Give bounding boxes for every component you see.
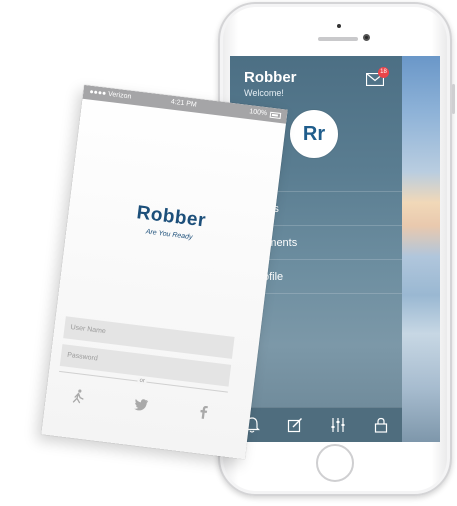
- password-placeholder: Password: [66, 351, 99, 363]
- drawer-subtitle: Welcome!: [244, 88, 284, 98]
- edit-icon[interactable]: [286, 416, 304, 434]
- login-screen-card: ●●●● Verizon 4:21 PM 100% Robber Are You…: [41, 84, 288, 460]
- sliders-icon[interactable]: [329, 416, 347, 434]
- home-button[interactable]: [316, 444, 354, 482]
- front-camera: [363, 34, 370, 41]
- status-carrier: ●●●● Verizon: [88, 88, 132, 101]
- power-button: [452, 84, 455, 114]
- notification-badge: 18: [378, 67, 389, 78]
- twitter-icon[interactable]: [133, 395, 151, 413]
- status-time: 4:21 PM: [170, 98, 198, 109]
- facebook-icon[interactable]: [194, 403, 212, 421]
- username-placeholder: User Name: [70, 323, 107, 336]
- battery-icon: [269, 111, 282, 119]
- or-label: or: [137, 377, 148, 385]
- drawer-tab-bar: [230, 407, 402, 442]
- figure-icon[interactable]: [69, 387, 87, 405]
- proximity-sensor: [337, 24, 341, 28]
- earpiece-speaker: [318, 37, 358, 41]
- avatar[interactable]: Rr: [290, 110, 338, 158]
- lock-icon[interactable]: [372, 416, 390, 434]
- status-battery-percent: 100%: [248, 108, 268, 118]
- drawer-title: Robber: [244, 69, 297, 86]
